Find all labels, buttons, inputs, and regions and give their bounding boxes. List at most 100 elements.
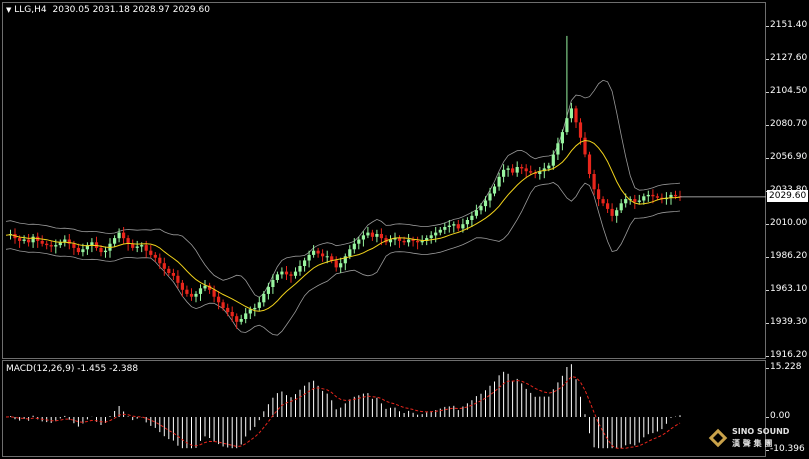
candle-body [45,243,49,246]
candle-body [429,235,433,239]
candle-body [497,176,501,187]
candle-body [40,240,44,244]
candle-body [379,234,383,239]
macd-tick: 0.00 [765,411,791,421]
candle-body [483,200,488,207]
chart-header: ▼ LLG,H4 2030.05 2031.18 2028.97 2029.60 [6,5,210,15]
candle-body [303,260,307,266]
candle-body [447,225,451,227]
candle-body [162,263,166,269]
price-axis[interactable]: 2151.40 2127.60 2104.50 2080.70 2056.90 … [765,0,809,360]
candle-body [185,289,189,294]
candle-body [488,193,492,201]
candle-body [230,312,234,317]
candle-body [470,215,474,220]
candle-body [452,224,456,226]
candle-body [330,256,334,261]
ohlc-readout: 2030.05 2031.18 2028.97 2029.60 [52,5,210,15]
candle-body [257,302,261,308]
candle-body [189,293,194,297]
candle-body [90,242,94,246]
candle-body [502,169,506,177]
candle-body [203,285,207,289]
candle-body [131,243,135,248]
current-price-label: 2029.60 [767,190,809,202]
candle-body [456,224,460,229]
candle-body [289,274,293,276]
candle-body [637,200,641,202]
chart-window[interactable]: ▼ LLG,H4 2030.05 2031.18 2028.97 2029.60… [0,0,809,459]
candle-body [606,203,610,209]
candle-body [226,307,230,313]
candle-body [397,238,402,241]
candle-body [547,165,551,169]
candle-body [597,189,601,200]
bollinger-upper-band [5,79,681,298]
candle-body [615,210,619,216]
candle-body [325,256,329,258]
candle-body [27,239,31,243]
price-tick: 1963.10 [765,284,808,294]
candle-body [316,250,320,254]
candle-body [416,240,420,243]
candle-body [352,243,356,250]
candle-body [221,302,225,308]
moving-average-line [5,139,681,312]
candle-body [76,247,80,253]
candle-body [153,254,157,258]
price-tick: 1939.30 [765,317,808,327]
candle-body [673,194,678,197]
candle-body [569,108,573,119]
price-tick: 1916.20 [765,350,808,360]
price-tick: 2010.00 [765,218,808,228]
candle-body [126,238,130,244]
candle-body [176,275,180,283]
candle-body [492,186,497,194]
candle-body [158,257,162,264]
candle-body [619,203,623,211]
candle-body [149,250,153,255]
candle-body [321,253,325,257]
candle-body [348,249,352,257]
candle-body [253,307,257,310]
candle-body [244,313,248,319]
candle-body [361,235,365,240]
candle-body [402,240,406,243]
candle-body [434,232,438,236]
candle-body [587,154,592,174]
candle-body [520,167,524,169]
candle-body [574,108,578,123]
symbol-label: LLG,H4 [14,5,47,15]
candle-body [578,122,583,138]
price-tick: 2151.40 [765,20,808,30]
candle-body [511,168,515,173]
candle-body [357,239,361,244]
candle-body [198,288,203,294]
candle-body [248,309,252,314]
price-tick: 1986.20 [765,251,808,261]
candle-body [194,293,198,297]
price-tick: 2104.50 [765,86,808,96]
candle-body [334,260,338,268]
triangle-down-icon[interactable]: ▼ [6,6,11,14]
candle-body [461,224,465,229]
candle-body [307,254,311,261]
logo-text-chinese: 漢 聲 集 團 [732,439,773,448]
candle-body [565,118,569,133]
logo-text-english: SINO SOUND [732,427,790,436]
candle-body [18,238,22,241]
candle-body [212,289,216,297]
candle-body [655,196,659,198]
candle-body [140,245,144,247]
candle-body [479,206,483,211]
candle-body [280,271,284,275]
candle-body [560,132,564,144]
candle-body [239,319,243,322]
candle-body [271,280,275,287]
price-tick: 2080.70 [765,119,808,129]
candle-body [117,232,121,239]
candle-body [312,250,316,255]
macd-tick: 15.228 [766,362,802,372]
candle-body [601,199,605,204]
candle-body [122,232,126,239]
